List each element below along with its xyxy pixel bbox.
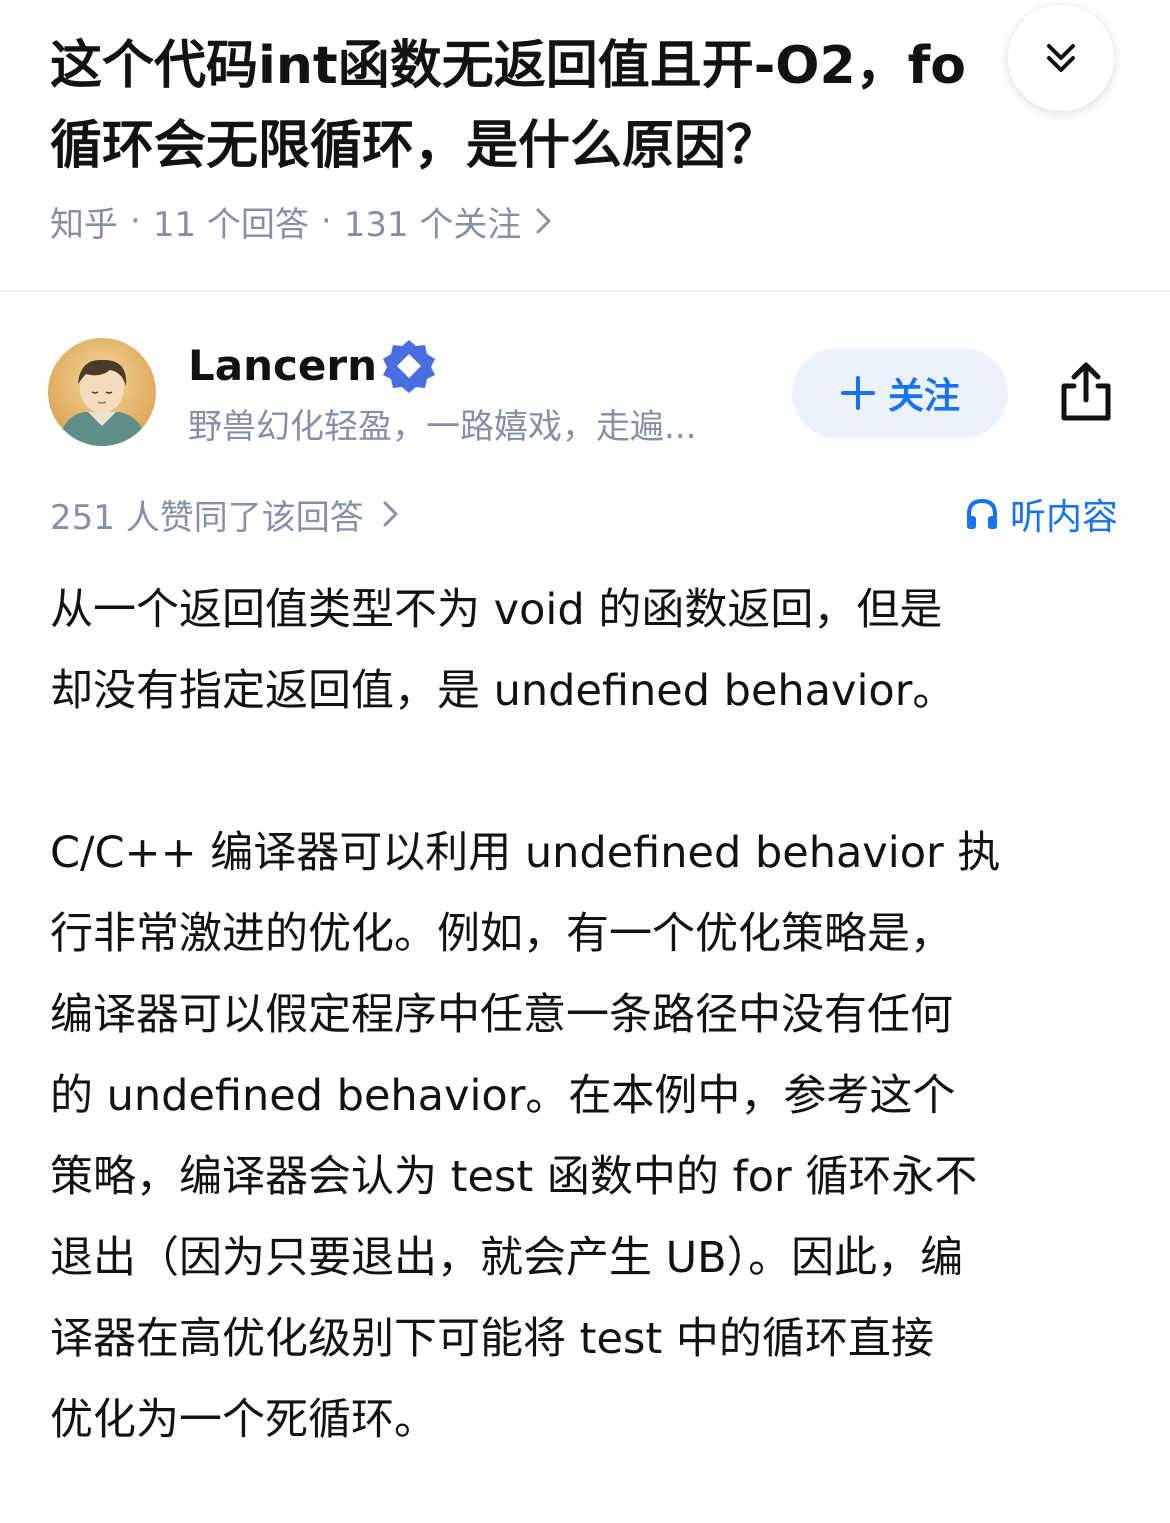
answer-line: 却没有指定返回值，是 undefined behavior。 — [50, 666, 956, 716]
author-bio: 野兽幻化轻盈，一路嬉戏，走遍... — [188, 407, 697, 447]
follower-count: 131 个关注 — [343, 204, 522, 245]
share-icon — [1061, 362, 1111, 421]
answer-line: 退出（因为只要退出，就会产生 UB）。因此，编 — [50, 1233, 964, 1283]
meta-separator: · — [320, 201, 332, 241]
author-avatar[interactable] — [48, 338, 156, 446]
meta-separator: · — [130, 201, 141, 241]
headphones-icon — [966, 498, 997, 529]
section-divider — [0, 290, 1170, 292]
listen-button[interactable]: 听内容 — [964, 488, 1118, 540]
chevron-right-icon — [535, 206, 553, 236]
answer-line: 的 undefined behavior。在本例中，参考这个 — [50, 1071, 956, 1121]
answer-line: 从一个返回值类型不为 void 的函数返回，但是 — [50, 585, 943, 635]
listen-label: 听内容 — [1009, 497, 1118, 538]
collapse-button[interactable] — [1008, 5, 1114, 111]
answer-line: 编译器可以假定程序中任意一条路径中没有任何 — [50, 990, 953, 1040]
answer-line: 译器在高优化级别下可能将 test 中的循环直接 — [50, 1314, 934, 1364]
question-meta[interactable]: 知乎 · 11 个回答 · 131 个关注 — [50, 196, 553, 246]
follow-label: 关注 — [887, 376, 960, 417]
answer-page: 这个代码int函数无返回值且开-O2，fo 循环会无限循环，是什么原因？ 知乎 … — [0, 0, 1170, 1523]
question-title-line-1: 这个代码int函数无返回值且开-O2，fo — [50, 36, 967, 96]
share-button[interactable] — [1050, 356, 1122, 428]
answer-line: 优化为一个死循环。 — [50, 1395, 437, 1445]
answer-line: C/C++ 编译器可以利用 undefined behavior 执 — [50, 828, 1001, 878]
double-chevron-down-icon — [1047, 44, 1075, 72]
question-title[interactable]: 这个代码int函数无返回值且开-O2，fo 循环会无限循环，是什么原因？ — [50, 26, 1050, 186]
answer-line: 行非常激进的优化。例如，有一个优化策略是， — [50, 909, 953, 959]
question-title-line-2: 循环会无限循环，是什么原因？ — [50, 116, 779, 176]
answer-line: 策略，编译器会认为 test 函数中的 for 循环永不 — [50, 1152, 978, 1202]
plus-icon — [840, 376, 875, 410]
verified-badge-icon — [383, 340, 435, 393]
vote-text: 251 人赞同了该回答 — [50, 497, 364, 538]
follow-button[interactable]: 关注 — [792, 348, 1008, 438]
author-name[interactable]: Lancern — [188, 340, 377, 392]
answer-content: 从一个返回值类型不为 void 的函数返回，但是 却没有指定返回值，是 unde… — [50, 570, 1125, 1461]
answer-count: 11 个回答 — [152, 204, 309, 245]
site-name: 知乎 — [50, 204, 118, 245]
chevron-right-icon — [382, 499, 400, 529]
vote-summary[interactable]: 251 人赞同了该回答 — [50, 488, 400, 540]
